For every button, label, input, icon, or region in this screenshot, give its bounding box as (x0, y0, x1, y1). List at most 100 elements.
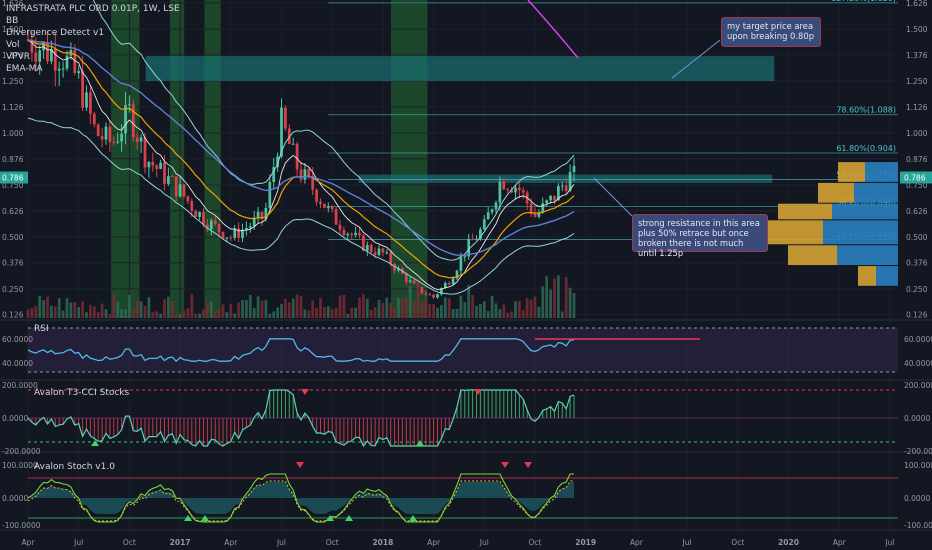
volume-bar (498, 309, 502, 318)
volume-bar (209, 301, 213, 318)
time-tick-label-1: Jul (73, 538, 83, 547)
volume-bar (38, 295, 42, 318)
volume-bar (131, 309, 135, 318)
candle-body (174, 176, 178, 197)
volume-bar (482, 301, 486, 318)
volume-bar (436, 307, 439, 318)
volume-bar (541, 286, 545, 318)
volume-bar (248, 295, 252, 318)
vpvr-up-bar-1 (823, 220, 898, 245)
volume-bar (455, 308, 459, 318)
price-tick-label-left-12: 0.126 (2, 311, 24, 320)
volume-bar (319, 298, 322, 318)
volume-bar (77, 307, 81, 318)
volume-bar (330, 309, 334, 318)
chart-canvas[interactable]: 1.6261.6261.5001.5001.3761.3761.2501.250… (0, 0, 932, 550)
candle-body (53, 49, 57, 71)
candle-body (459, 257, 463, 271)
volume-bar (163, 299, 166, 318)
legend-vpvr[interactable]: VPVR (6, 52, 30, 62)
volume-bar (346, 313, 350, 318)
volume-bar (26, 309, 30, 318)
volume-bar (194, 313, 198, 318)
candle-body (572, 165, 576, 173)
candle-body (178, 184, 182, 197)
volume-bar (221, 304, 225, 318)
candle-body (334, 209, 338, 225)
candle-body (229, 237, 233, 239)
price-tick-label-5: 1.000 (906, 129, 928, 138)
vpvr-down-bar-2 (788, 245, 837, 266)
candle-body (482, 219, 486, 230)
candle-body (338, 224, 342, 230)
stoch-tick-left-1: 0.0000 (2, 494, 28, 503)
candle-body (116, 141, 120, 143)
candle-body (385, 252, 389, 254)
cci-tick-left-2: -200.0000 (2, 447, 41, 456)
cci-tick-left-1: 0.0000 (2, 414, 28, 423)
candle-body (81, 71, 84, 108)
candle-body (155, 165, 159, 169)
volume-bar (412, 301, 416, 318)
price-tick-label-left-9: 0.500 (2, 233, 24, 242)
price-tick-label-left-5: 1.000 (2, 129, 24, 138)
fib-label-0: 127.20%(1.626) (831, 0, 896, 3)
candle-body (291, 143, 295, 145)
candle-body (521, 190, 525, 193)
candle-body (167, 176, 170, 184)
candle-body (369, 244, 373, 253)
volume-bar (459, 295, 463, 318)
price-tick-label-8: 0.626 (906, 207, 928, 216)
candle-body (463, 256, 467, 258)
legend-vol[interactable]: Vol (6, 40, 19, 50)
volume-bar (525, 298, 529, 318)
time-tick-label-14: Oct (731, 538, 744, 547)
volume-bar (100, 303, 104, 318)
volume-bar (147, 297, 151, 318)
volume-bar (57, 298, 61, 318)
volume-bar (241, 299, 244, 318)
price-tick-label-3: 1.250 (906, 77, 928, 86)
candle-body (186, 196, 190, 202)
volume-bar (268, 313, 272, 318)
volume-bar (440, 305, 443, 318)
volume-bar (326, 306, 330, 318)
volume-bar (447, 298, 451, 318)
volume-bar (553, 278, 556, 318)
volume-bar (260, 300, 264, 318)
candle-body (365, 244, 369, 251)
volume-bar (362, 294, 365, 318)
candle-body (541, 203, 545, 213)
time-tick-label-4: Apr (224, 538, 238, 547)
candle-body (319, 201, 322, 204)
candle-body (182, 184, 186, 197)
legend-bb[interactable]: BB (6, 16, 18, 26)
volume-bar (486, 311, 490, 318)
target-note[interactable]: my target price area upon breaking 0.80p (721, 17, 821, 47)
candle-body (299, 169, 303, 180)
candle-body (436, 294, 439, 298)
price-tick-label-left-4: 1.126 (2, 103, 24, 112)
candle-body (170, 176, 174, 178)
volume-bar (307, 310, 311, 318)
legend-divergence[interactable]: Divergence Detect v1 (6, 28, 104, 38)
candle-body (315, 189, 318, 202)
price-tick-label-left-3: 1.250 (2, 77, 24, 86)
volume-bar (463, 302, 467, 318)
candle-body (143, 137, 147, 168)
vpvr-up-bar-2 (837, 245, 898, 266)
volume-bar (120, 309, 123, 318)
legend-ema-ma[interactable]: EMA-MA (6, 64, 43, 74)
candle-body (545, 200, 549, 204)
volume-bar (65, 298, 69, 318)
candle-body (213, 220, 217, 224)
vpvr-down-bar-4 (838, 162, 865, 182)
price-tick-label-11: 0.250 (906, 285, 928, 294)
candle-body (412, 280, 416, 284)
chart-title: INFRASTRATA PLC ORD 0.01P, 1W, LSE (6, 4, 180, 14)
volume-bar (252, 307, 256, 318)
candle-body (209, 220, 213, 230)
resistance-note[interactable]: strong resistance in this area plus 50% … (632, 214, 768, 258)
volume-bar (139, 301, 143, 318)
cci-tick-1: 0.0000 (904, 414, 930, 423)
